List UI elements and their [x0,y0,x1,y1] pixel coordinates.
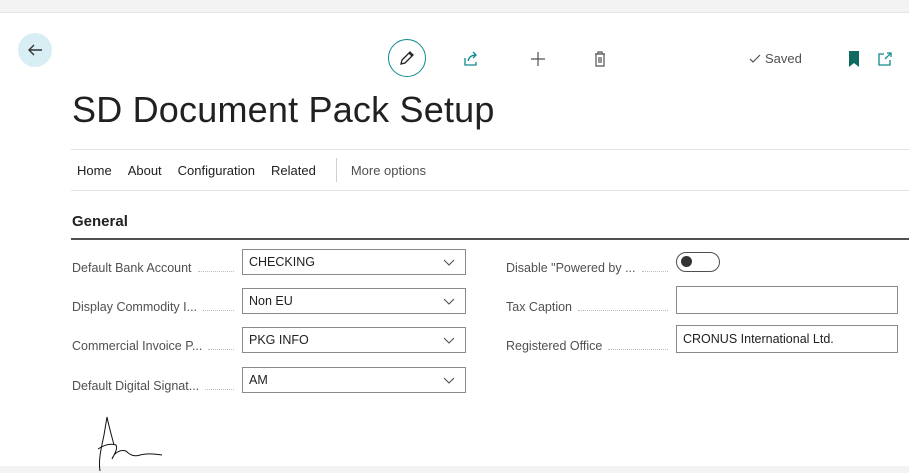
field-display-commodity: Display Commodity I... [72,300,238,314]
chevron-down-icon [443,377,455,384]
commercial-invoice-select[interactable]: PKG INFO [242,327,466,353]
section-divider [71,238,909,240]
menu-more-options[interactable]: More options [351,163,426,178]
action-menu-bar: Home About Configuration Related More op… [71,149,909,191]
page: Saved SD Document Pack Setup Home About … [0,12,909,472]
field-default-bank-account: Default Bank Account [72,261,238,275]
menu-home[interactable]: Home [71,163,118,178]
bookmark-button[interactable] [844,49,864,69]
back-button[interactable] [18,33,52,67]
default-digital-signature-select[interactable]: AM [242,367,466,393]
chevron-down-icon [443,259,455,266]
saved-label: Saved [765,51,802,66]
registered-office-input[interactable]: CRONUS International Ltd. [676,325,898,353]
display-commodity-select[interactable]: Non EU [242,288,466,314]
trash-icon [595,51,605,67]
select-value: PKG INFO [249,333,309,347]
disable-powered-by-toggle[interactable] [676,252,720,272]
field-disable-powered-by: Disable "Powered by ... [506,261,672,275]
field-label: Tax Caption [506,300,573,314]
field-label: Registered Office [506,339,603,353]
delete-button[interactable] [590,49,610,69]
tax-caption-input[interactable] [676,286,898,314]
saved-status: Saved [748,51,802,66]
chevron-down-icon [443,298,455,305]
select-value: CHECKING [249,255,315,269]
back-arrow-icon [28,44,42,56]
menu-about[interactable]: About [122,163,168,178]
input-value: CRONUS International Ltd. [683,332,834,346]
field-label: Commercial Invoice P... [72,339,203,353]
field-commercial-invoice: Commercial Invoice P... [72,339,238,353]
select-value: Non EU [249,294,293,308]
field-label: Display Commodity I... [72,300,198,314]
edit-pencil-icon [400,51,414,65]
field-default-digital-signature: Default Digital Signat... [72,379,238,393]
signature-image [97,416,163,472]
chevron-down-icon [443,337,455,344]
open-new-window-button[interactable] [875,49,895,69]
menu-divider [335,158,337,182]
field-tax-caption: Tax Caption [506,300,672,314]
field-label: Disable "Powered by ... [506,261,636,275]
select-value: AM [249,373,268,387]
field-label: Default Digital Signat... [72,379,200,393]
edit-button[interactable] [388,39,426,77]
share-icon [464,51,477,66]
share-button[interactable] [461,49,481,69]
toggle-knob [681,256,692,267]
menu-related[interactable]: Related [265,163,322,178]
checkmark-icon [749,54,761,63]
plus-icon [531,52,545,66]
page-title: SD Document Pack Setup [72,89,495,130]
section-title-general[interactable]: General [72,213,128,230]
default-bank-account-select[interactable]: CHECKING [242,249,466,275]
field-label: Default Bank Account [72,261,192,275]
menu-configuration[interactable]: Configuration [172,163,261,178]
new-button[interactable] [528,49,548,69]
open-new-window-icon [878,52,892,66]
bookmark-icon [849,51,859,67]
field-registered-office: Registered Office [506,339,672,353]
